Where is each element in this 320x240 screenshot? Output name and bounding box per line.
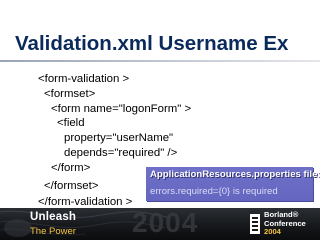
code-line-field-depends: depends="required" /> (64, 147, 178, 159)
code-line-field-open: <field (57, 117, 85, 129)
resources-callout: ApplicationResources.properties file: er… (146, 167, 320, 201)
code-line-form-close: </form> (51, 162, 91, 174)
conference-brand: Borland® Conference 2004 (264, 210, 306, 237)
code-line-formset-open: <formset> (44, 88, 96, 100)
borland-logo-icon (250, 214, 260, 234)
code-line-formset-close: </formset> (44, 180, 99, 192)
brand-year: 2004 (264, 227, 281, 236)
callout-heading: ApplicationResources.properties file: (150, 169, 320, 180)
slide: Validation.xml Username Ex <form-validat… (0, 0, 320, 240)
tagline-unleash: Unleash (30, 211, 77, 223)
tagline-the-power: The Power (30, 226, 76, 237)
code-line-form-open: <form name="logonForm" > (51, 103, 192, 115)
callout-body: errors.required={0} is required (150, 186, 278, 197)
year-watermark: 2004 (132, 207, 199, 238)
title-divider (0, 60, 320, 62)
code-line-form-validation-open: <form-validation > (38, 73, 130, 85)
slide-title: Validation.xml Username Ex (15, 32, 289, 55)
code-line-field-property: property="userName" (64, 132, 174, 144)
